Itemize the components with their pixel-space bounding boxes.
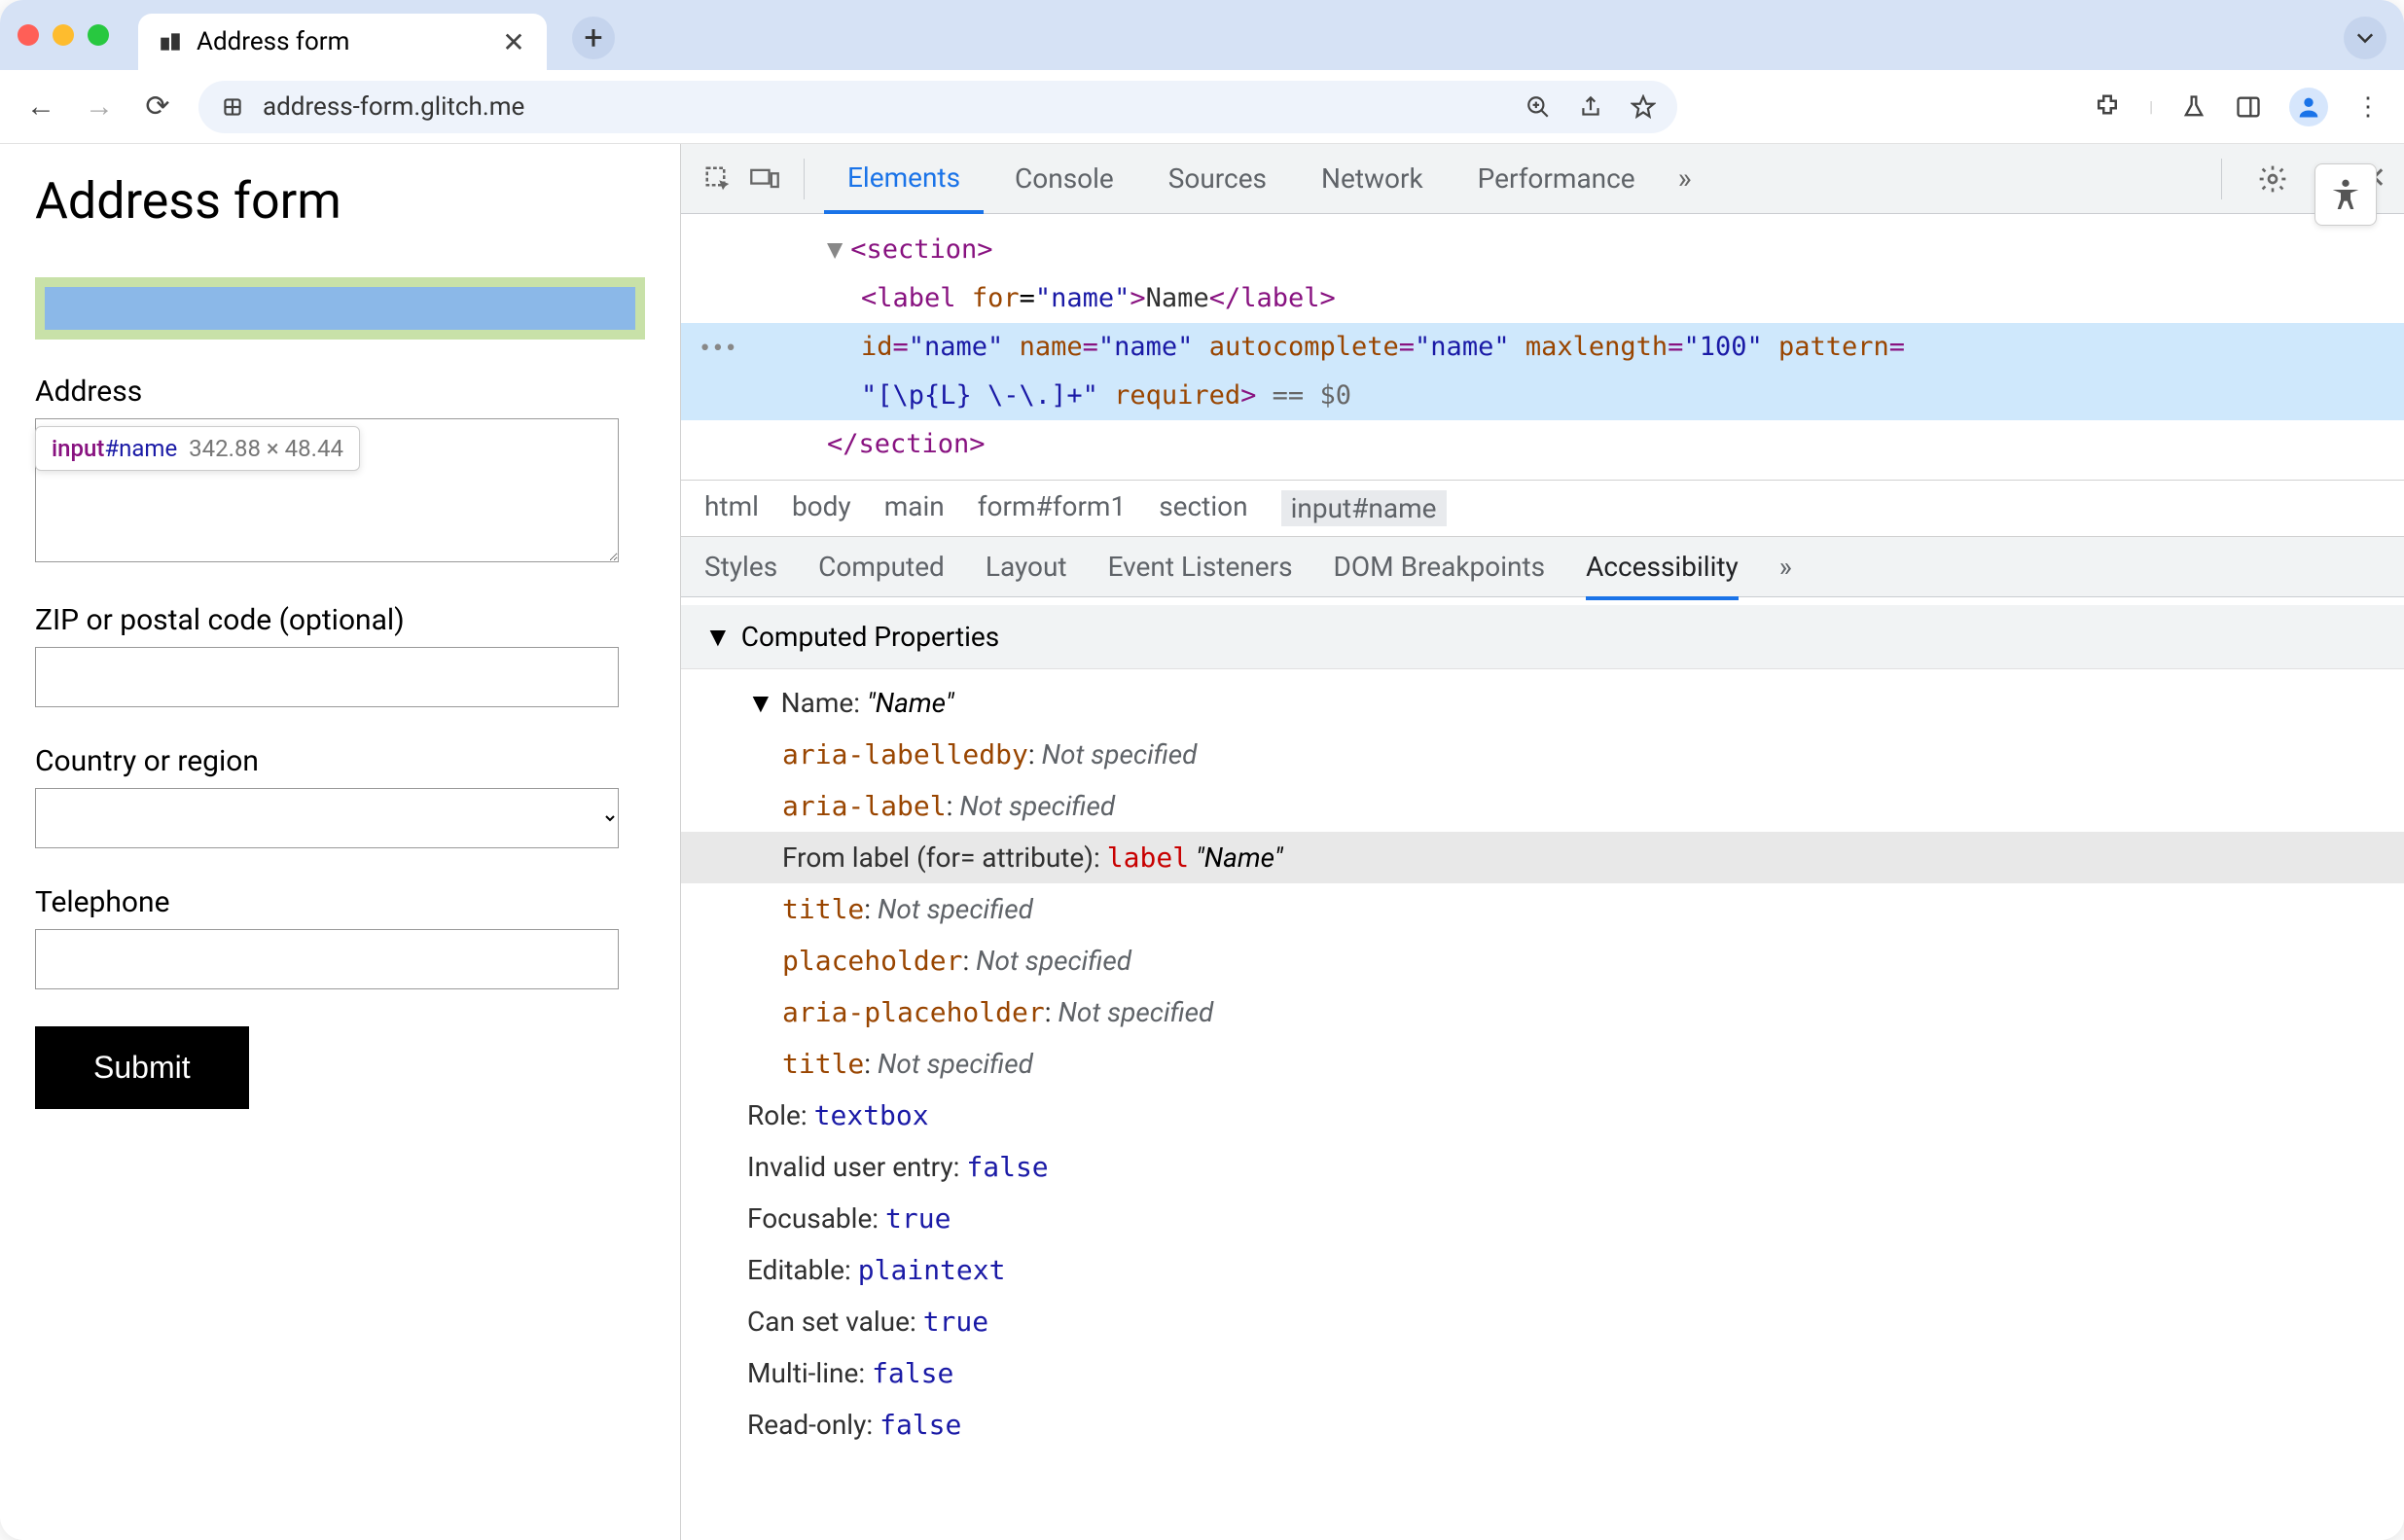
tab-title: Address form (197, 27, 349, 56)
zip-label: ZIP or postal code (optional) (35, 603, 645, 637)
zip-field: ZIP or postal code (optional) (35, 603, 645, 707)
accessibility-overlay-button[interactable] (2314, 163, 2377, 226)
subtab-styles[interactable]: Styles (704, 551, 777, 583)
subtab-layout[interactable]: Layout (986, 551, 1067, 583)
telephone-input[interactable] (35, 929, 619, 989)
highlighted-element[interactable] (35, 277, 645, 340)
separator (2221, 159, 2222, 199)
zip-input[interactable] (35, 647, 619, 707)
settings-icon[interactable] (2257, 163, 2288, 195)
inspect-icon[interactable] (699, 160, 737, 198)
crumb-html[interactable]: html (704, 490, 759, 526)
address-label: Address (35, 375, 645, 409)
share-icon[interactable] (1578, 94, 1603, 120)
tab-close-icon[interactable]: ✕ (500, 28, 527, 55)
site-info-icon[interactable] (220, 94, 245, 120)
more-subtabs-icon[interactable]: » (1779, 551, 1792, 583)
devtools-panel: Elements Console Sources Network Perform… (681, 144, 2404, 1540)
more-tabs-icon[interactable]: » (1678, 161, 1692, 196)
tab-sources[interactable]: Sources (1145, 144, 1290, 213)
tab-network[interactable]: Network (1298, 144, 1447, 213)
name-source-row: From label (for= attribute): label "Name… (681, 832, 2404, 883)
labs-icon[interactable] (2180, 93, 2207, 121)
tab-favicon (158, 29, 183, 54)
element-tooltip: input#name342.88 × 48.44 (35, 426, 360, 471)
selected-dom-node[interactable]: ••• id="name" name="name" autocomplete="… (681, 323, 2404, 372)
content-area: Address form input#name342.88 × 48.44 Ad… (0, 144, 2404, 1540)
toolbar: ← → ⟳ address-form.glitch.me | ⋮ (0, 70, 2404, 144)
page-title: Address form (35, 171, 645, 231)
maximize-window-button[interactable] (88, 24, 109, 46)
window-controls (18, 24, 109, 46)
new-tab-button[interactable]: + (572, 17, 615, 59)
back-icon[interactable]: ← (23, 90, 58, 124)
telephone-label: Telephone (35, 885, 645, 919)
tab-console[interactable]: Console (991, 144, 1137, 213)
country-label: Country or region (35, 744, 645, 778)
profile-button[interactable] (2289, 88, 2328, 126)
crumb-section[interactable]: section (1159, 490, 1247, 526)
panel-icon[interactable] (2235, 93, 2262, 121)
accessibility-panel: ▼Computed Properties ▼ Name: "Name" aria… (681, 597, 2404, 1466)
crumb-input[interactable]: input#name (1281, 490, 1447, 526)
browser-tab[interactable]: Address form ✕ (138, 14, 547, 70)
browser-window: Address form ✕ + ← → ⟳ address-form.glit… (0, 0, 2404, 1540)
crumb-body[interactable]: body (792, 490, 851, 526)
minimize-window-button[interactable] (53, 24, 74, 46)
computed-properties-header[interactable]: ▼Computed Properties (681, 605, 2404, 669)
subtabs: Styles Computed Layout Event Listeners D… (681, 537, 2404, 597)
subtab-accessibility[interactable]: Accessibility (1586, 551, 1739, 600)
breadcrumb: html body main form#form1 section input#… (681, 481, 2404, 537)
devtools-tabbar: Elements Console Sources Network Perform… (681, 144, 2404, 214)
crumb-main[interactable]: main (884, 490, 945, 526)
tabs-dropdown-button[interactable] (2344, 17, 2386, 59)
tab-elements[interactable]: Elements (824, 145, 984, 214)
close-window-button[interactable] (18, 24, 39, 46)
bookmark-icon[interactable] (1631, 94, 1656, 120)
tab-performance[interactable]: Performance (1454, 144, 1659, 213)
rendered-page: Address form input#name342.88 × 48.44 Ad… (0, 144, 681, 1540)
divider: | (2149, 97, 2153, 116)
menu-icon[interactable]: ⋮ (2355, 92, 2381, 122)
titlebar: Address form ✕ + (0, 0, 2404, 70)
address-bar[interactable]: address-form.glitch.me (198, 81, 1677, 133)
separator (804, 159, 805, 199)
extensions-icon[interactable] (2093, 92, 2122, 122)
url-text: address-form.glitch.me (263, 92, 524, 122)
forward-icon[interactable]: → (82, 90, 117, 124)
country-input[interactable] (35, 788, 619, 848)
crumb-form[interactable]: form#form1 (978, 490, 1126, 526)
subtab-event[interactable]: Event Listeners (1108, 551, 1293, 583)
device-icon[interactable] (745, 160, 784, 198)
subtab-dom-bp[interactable]: DOM Breakpoints (1334, 551, 1546, 583)
telephone-field: Telephone (35, 885, 645, 989)
subtab-computed[interactable]: Computed (818, 551, 945, 583)
dom-tree[interactable]: ▼<section> <label for="name">Name</label… (681, 214, 2404, 481)
zoom-icon[interactable] (1525, 94, 1551, 120)
submit-button[interactable]: Submit (35, 1026, 249, 1109)
country-field: Country or region (35, 744, 645, 848)
reload-icon[interactable]: ⟳ (140, 90, 175, 124)
